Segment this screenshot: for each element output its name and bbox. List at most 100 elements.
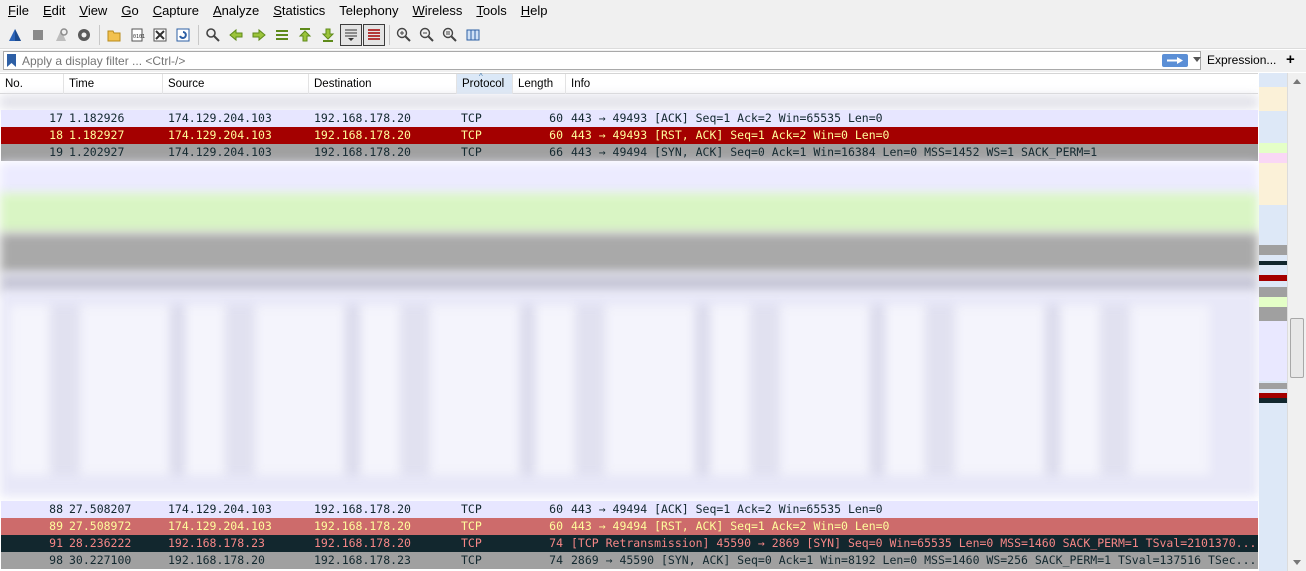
packet-row[interactable]: 17 1.182926 174.129.204.103 192.168.178.20 T… [1,110,1258,127]
minimap-band [1259,307,1287,321]
stop-capture-icon[interactable] [27,24,49,46]
packet-row[interactable]: 91 28.236222 192.168.178.23 192.168.178.20 T… [1,535,1258,552]
packet-row[interactable]: 98 30.227100 192.168.178.20 192.168.178.23 T… [1,552,1258,569]
packet-row[interactable]: 18 1.182927 174.129.204.103 192.168.178.20 T… [1,127,1258,144]
menu-help[interactable]: Help [513,0,554,22]
minimap-band [1259,163,1287,205]
packet-protocol: TCP [461,502,482,516]
column-header-protocol[interactable]: ^ Protocol [457,73,513,94]
minimap-band [1259,143,1287,153]
display-filter-field[interactable] [3,51,1201,70]
menu-mnemonic: S [273,3,282,18]
menu-mnemonic: H [520,3,531,18]
capture-options-gear-icon[interactable] [73,24,95,46]
blurred-rows [10,305,1210,475]
colorize-list-icon[interactable] [363,24,385,46]
go-forward-arrow-icon[interactable] [248,24,270,46]
menu-capture[interactable]: Capture [145,0,205,22]
menu-mnemonic: W [412,3,425,18]
packet-length: 60 [549,111,563,125]
minimap-band [1259,383,1287,389]
filter-history-dropdown-icon[interactable] [1193,57,1201,62]
reload-file-icon[interactable] [172,24,194,46]
menu-analyze[interactable]: Analyze [205,0,265,22]
close-file-icon[interactable] [149,24,171,46]
svg-text:0101: 0101 [133,34,145,40]
packet-source: 192.168.178.20 [168,553,265,567]
packet-source: 192.168.178.23 [168,536,265,550]
menu-edit[interactable]: Edit [35,0,71,22]
packet-row[interactable]: 19 1.202927 174.129.204.103 192.168.178.20 T… [1,144,1258,161]
packet-number: 98 [49,553,63,567]
menu-wireless[interactable]: Wireless [405,0,469,22]
packet-number: 18 [49,128,63,142]
packet-destination: 192.168.178.20 [314,111,411,125]
packet-protocol: TCP [461,519,482,533]
column-header-no[interactable]: No. [0,74,64,94]
zoom-normal-icon[interactable] [439,24,461,46]
display-filter-input[interactable] [22,52,1152,69]
toolbar-separator [389,25,390,45]
find-packet-icon[interactable] [202,24,224,46]
menu-view[interactable]: View [71,0,113,22]
packet-length: 74 [549,553,563,567]
menu-label: Telephony [339,3,399,18]
packet-list-scrollbar[interactable] [1287,73,1306,571]
restart-capture-icon[interactable] [50,24,72,46]
menu-label: dit [51,3,66,18]
menu-statistics[interactable]: Statistics [265,0,331,22]
go-to-packet-icon[interactable] [271,24,293,46]
go-first-packet-icon[interactable] [294,24,316,46]
packet-destination: 192.168.178.20 [314,536,411,550]
packet-row[interactable]: 88 27.508207 174.129.204.103 192.168.178.20… [1,501,1258,518]
expression-button[interactable]: Expression... [1207,52,1276,69]
menu-tools[interactable]: Tools [468,0,512,22]
packet-protocol: TCP [461,553,482,567]
packet-time: 30.227100 [69,553,132,567]
column-header-info[interactable]: Info [566,74,1258,94]
minimap-band [1259,398,1287,403]
menu-mnemonic: V [79,3,88,18]
scroll-down-icon[interactable] [1293,560,1301,565]
packet-source: 174.129.204.103 [168,502,272,516]
zoom-out-icon[interactable] [416,24,438,46]
packet-source: 174.129.204.103 [168,519,272,533]
filter-bookmark-icon[interactable] [7,54,16,67]
menu-go[interactable]: Go [113,0,144,22]
shark-fin-start-icon[interactable] [4,24,26,46]
scroll-up-icon[interactable] [1293,79,1301,84]
auto-scroll-icon[interactable] [340,24,362,46]
scroll-thumb[interactable] [1290,318,1304,378]
menu-label: iew [87,3,108,18]
menu-label: elp [530,3,548,18]
packet-number: 19 [49,145,63,159]
packet-list-header: No. Time Source Destination ^ Protocol L… [0,73,1258,94]
packet-list[interactable]: No. Time Source Destination ^ Protocol L… [0,73,1258,571]
menu-mnemonic: F [8,3,16,18]
column-header-time[interactable]: Time [64,74,163,94]
add-filter-button[interactable]: + [1286,51,1295,68]
packet-row[interactable]: 89 27.508972 174.129.204.103 192.168.178.20… [1,518,1258,535]
minimap-band [1259,297,1287,307]
main-toolbar: 0101 [0,22,1306,49]
packet-minimap[interactable] [1259,73,1287,571]
column-header-length[interactable]: Length [513,74,566,94]
apply-filter-button[interactable] [1162,54,1188,67]
go-back-arrow-icon[interactable] [225,24,247,46]
column-header-source[interactable]: Source [163,74,309,94]
menu-mnemonic: G [121,3,132,18]
resize-columns-icon[interactable] [462,24,484,46]
menu-file[interactable]: File [0,0,35,22]
toolbar-separator [198,25,199,45]
open-file-icon[interactable] [103,24,125,46]
packet-protocol: TCP [461,145,482,159]
packet-destination: 192.168.178.20 [314,502,411,516]
packet-length: 60 [549,502,563,516]
save-file-icon[interactable]: 0101 [126,24,148,46]
go-last-packet-icon[interactable] [317,24,339,46]
packet-number: 17 [49,111,63,125]
menu-telephony[interactable]: Telephony [331,0,404,22]
zoom-in-icon[interactable] [393,24,415,46]
packet-destination: 192.168.178.20 [314,145,411,159]
column-header-destination[interactable]: Destination [309,74,457,94]
